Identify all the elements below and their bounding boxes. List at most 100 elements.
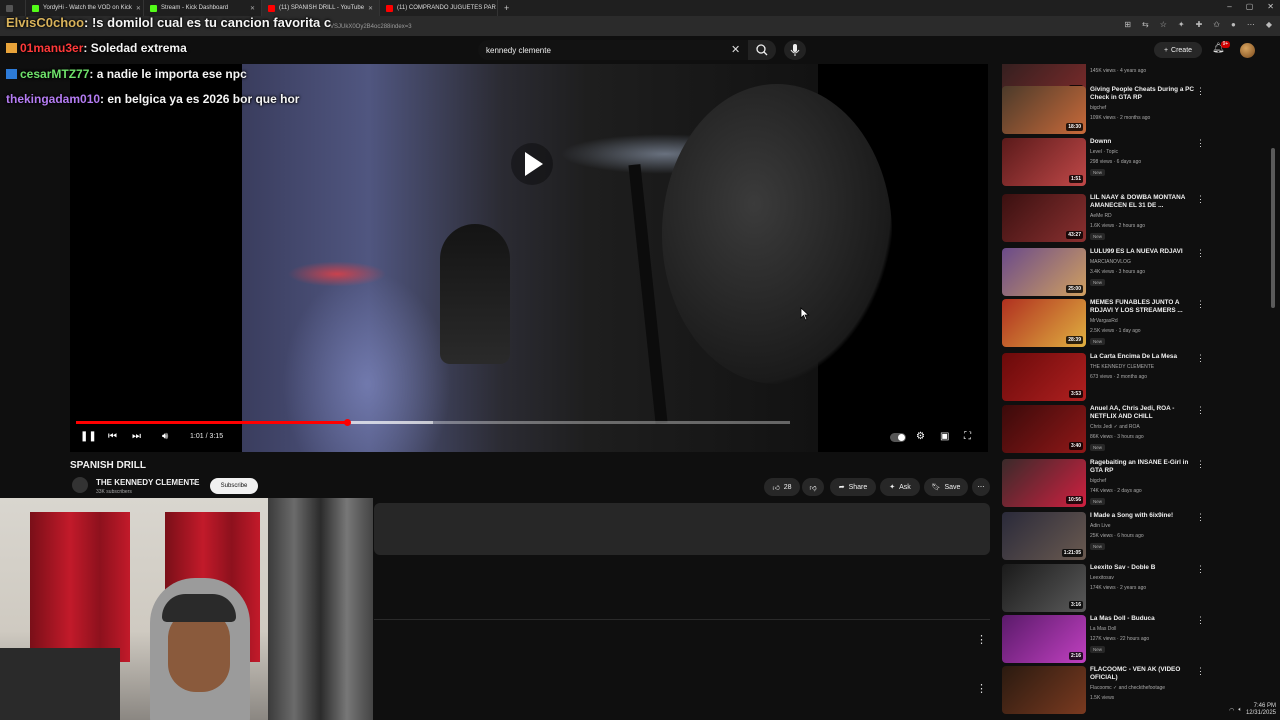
browser-tab-youtube[interactable]: (11) COMPRANDO JUGUETES PAR ✕ [380,0,498,16]
related-video-channel[interactable]: La Mas Doll [1090,626,1116,632]
more-vert-icon[interactable]: ⋮ [1196,248,1205,259]
related-video-title[interactable]: Anuel AA, Chris Jedi, ROA - NETFLIX AND … [1090,405,1196,421]
related-video-channel[interactable]: MrVargasRd [1090,318,1118,324]
translate-icon[interactable]: ⇆ [1142,20,1149,29]
subscribe-button[interactable]: Subscribe [210,478,258,494]
more-vert-icon[interactable]: ⋮ [1196,512,1205,523]
save-button[interactable]: 🔖︎ Save [924,478,968,496]
close-tab-icon[interactable]: ✕ [250,5,255,12]
create-button[interactable]: + Create [1154,42,1202,58]
new-tab-button[interactable]: + [504,3,509,13]
related-video-title[interactable]: I Made a Song with 6ix9ine! [1090,512,1196,520]
voice-search-button[interactable] [784,40,806,60]
settings-gear-icon[interactable]: ⚙ [916,431,925,442]
bookmark-star-icon[interactable]: ☆ [1160,20,1167,29]
more-vert-icon[interactable]: ⋮ [1196,353,1205,364]
related-video-item[interactable]: 10:56 Ragebaiting an INSANE E-Girl in GTA… [1002,459,1212,511]
channel-avatar[interactable] [72,477,88,493]
related-video-channel[interactable]: MARCIANOVLOG [1090,259,1131,265]
related-video-title[interactable]: Giving People Cheats During a PC Check i… [1090,86,1196,102]
related-video-title[interactable]: Downn [1090,138,1196,146]
puzzle-icon[interactable]: ✚ [1196,20,1203,29]
fullscreen-icon[interactable]: ⛶ [964,431,971,442]
volume-icon[interactable]: 🔊︎ [162,431,168,442]
scrollbar-thumb[interactable] [1271,148,1275,308]
maximize-icon[interactable]: ▢ [1246,2,1254,11]
related-video-item[interactable]: 1:51 Downn Level · Topic 298 views · 6 days… [1002,138,1212,190]
more-vert-icon[interactable]: ⋮ [1196,564,1205,575]
menu-dots-icon[interactable]: ⋯ [1247,20,1255,29]
more-vert-icon[interactable]: ⋮ [976,682,987,695]
pause-icon[interactable]: ❚❚ [80,431,97,442]
related-video-channel[interactable]: THE KENNEDY CLEMENTE [1090,364,1154,370]
related-video-item[interactable]: 2:16 La Mas Doll - Buduca La Mas Doll 127K … [1002,615,1212,667]
extension-icon[interactable]: ✦ [1178,20,1185,29]
related-video-item[interactable]: 3:40 Anuel AA, Chris Jedi, ROA - NETFLIX … [1002,405,1212,457]
video-thumbnail[interactable]: 2:16 [1002,615,1086,663]
close-window-icon[interactable]: ✕ [1267,2,1274,11]
url-field[interactable]: VSJUkX0Oy2B4oc288index=3 [330,24,412,30]
video-thumbnail[interactable]: 3:53 [1002,353,1086,401]
video-thumbnail[interactable] [1002,666,1086,714]
description-box[interactable] [374,503,990,555]
video-thumbnail[interactable]: 1:51 [1002,138,1086,186]
related-video-item[interactable]: 3:53 La Carta Encima De La Mesa THE KENNED… [1002,353,1212,405]
related-video-title[interactable]: La Carta Encima De La Mesa [1090,353,1196,361]
more-vert-icon[interactable]: ⋮ [1196,299,1205,310]
related-video-title[interactable]: MEMES FUNABLES JUNTO A RDJAVI Y LOS STRE… [1090,299,1196,315]
related-video-item[interactable]: FLACOOMC - VEN AK (VIDEO OFICIAL) Flacoom… [1002,666,1212,718]
related-video-title[interactable]: LIL NAAY & DOWBA MONTANA AMANECEN EL 31 … [1090,194,1196,210]
related-video-channel[interactable]: Flacoomc ✓ and checkthefootage [1090,685,1165,691]
related-video-channel[interactable]: AeMe RD [1090,213,1112,219]
related-video-channel[interactable]: Chris Jedi ✓ and ROA [1090,424,1140,430]
related-video-item[interactable]: 3:16 Leexito Sav - Doble B Leexitosav 174K … [1002,564,1212,616]
browser-tab-youtube-active[interactable]: (11) SPANISH DRILL - YouTube ✕ [262,0,380,16]
related-video-channel[interactable]: Adin Live [1090,523,1111,529]
video-player[interactable] [70,64,988,452]
more-vert-icon[interactable]: ⋮ [1196,405,1205,416]
more-vert-icon[interactable]: ⋮ [1196,666,1205,677]
related-video-title[interactable]: Ragebaiting an INSANE E-Girl in GTA RP [1090,459,1196,475]
copilot-icon[interactable]: ◆ [1266,20,1272,29]
video-thumbnail[interactable]: 10:56 [1002,459,1086,507]
related-video-title[interactable]: Leexito Sav - Doble B [1090,564,1196,572]
video-thumbnail[interactable]: 43:27 [1002,194,1086,242]
miniplayer-icon[interactable]: ▣ [940,431,949,442]
next-icon[interactable]: ⏭︎ [132,431,141,442]
related-video-title[interactable]: FLACOOMC - VEN AK (VIDEO OFICIAL) [1090,666,1196,682]
more-actions-button[interactable]: ⋯ [972,478,990,496]
browser-tab[interactable] [0,0,26,16]
video-thumbnail[interactable]: 28:39 [1002,299,1086,347]
close-tab-icon[interactable]: ✕ [136,5,141,12]
video-thumbnail[interactable]: 1:21:05 [1002,512,1086,560]
channel-name[interactable]: THE KENNEDY CLEMENTE [96,478,199,487]
clock[interactable]: 7:46 PM 12/31/2025 [1246,703,1276,717]
profile-icon[interactable]: ● [1231,20,1236,29]
large-play-icon[interactable] [510,142,554,186]
related-video-item[interactable]: 43:27 LIL NAAY & DOWBA MONTANA AMANECEN E… [1002,194,1212,246]
related-video-channel[interactable]: bigchef [1090,105,1106,111]
browser-tab-kick-vod[interactable]: YordyHi - Watch the VOD on Kick ✕ [26,0,144,16]
user-avatar[interactable] [1240,43,1255,58]
video-thumbnail[interactable]: 25:00 [1002,248,1086,296]
scrubber-handle[interactable] [344,419,351,426]
more-vert-icon[interactable]: ⋮ [1196,615,1205,626]
more-vert-icon[interactable]: ⋮ [976,633,987,646]
related-video-item[interactable]: 1:21:05 I Made a Song with 6ix9ine! Adin L… [1002,512,1212,564]
related-video-channel[interactable]: bigchef [1090,478,1106,484]
search-input[interactable]: kennedy clemente [478,40,752,60]
related-video-item[interactable]: 18:30 Giving People Cheats During a PC Ch… [1002,86,1212,138]
previous-icon[interactable]: ⏮︎ [108,431,117,442]
more-vert-icon[interactable]: ⋮ [1196,138,1205,149]
favorites-icon[interactable]: ✩ [1213,20,1220,29]
related-video-title[interactable]: La Mas Doll - Buduca [1090,615,1196,623]
related-video-item[interactable]: 28:39 MEMES FUNABLES JUNTO A RDJAVI Y LOS… [1002,299,1212,351]
like-button[interactable]: 👍︎ 28 [764,478,800,496]
dislike-button[interactable]: 👎︎ [802,478,824,496]
install-app-icon[interactable]: ⊞ [1124,20,1131,29]
video-thumbnail[interactable]: 3:16 [1002,564,1086,612]
related-video-title[interactable]: LULU99 ES LA NUEVA RDJAVI [1090,248,1196,256]
wifi-icon[interactable]: ◠ [1229,707,1234,714]
related-video-item[interactable]: 25:00 LULU99 ES LA NUEVA RDJAVI MARCIANOVL… [1002,248,1212,300]
speaker-icon[interactable]: 🔈︎ [1238,707,1242,714]
